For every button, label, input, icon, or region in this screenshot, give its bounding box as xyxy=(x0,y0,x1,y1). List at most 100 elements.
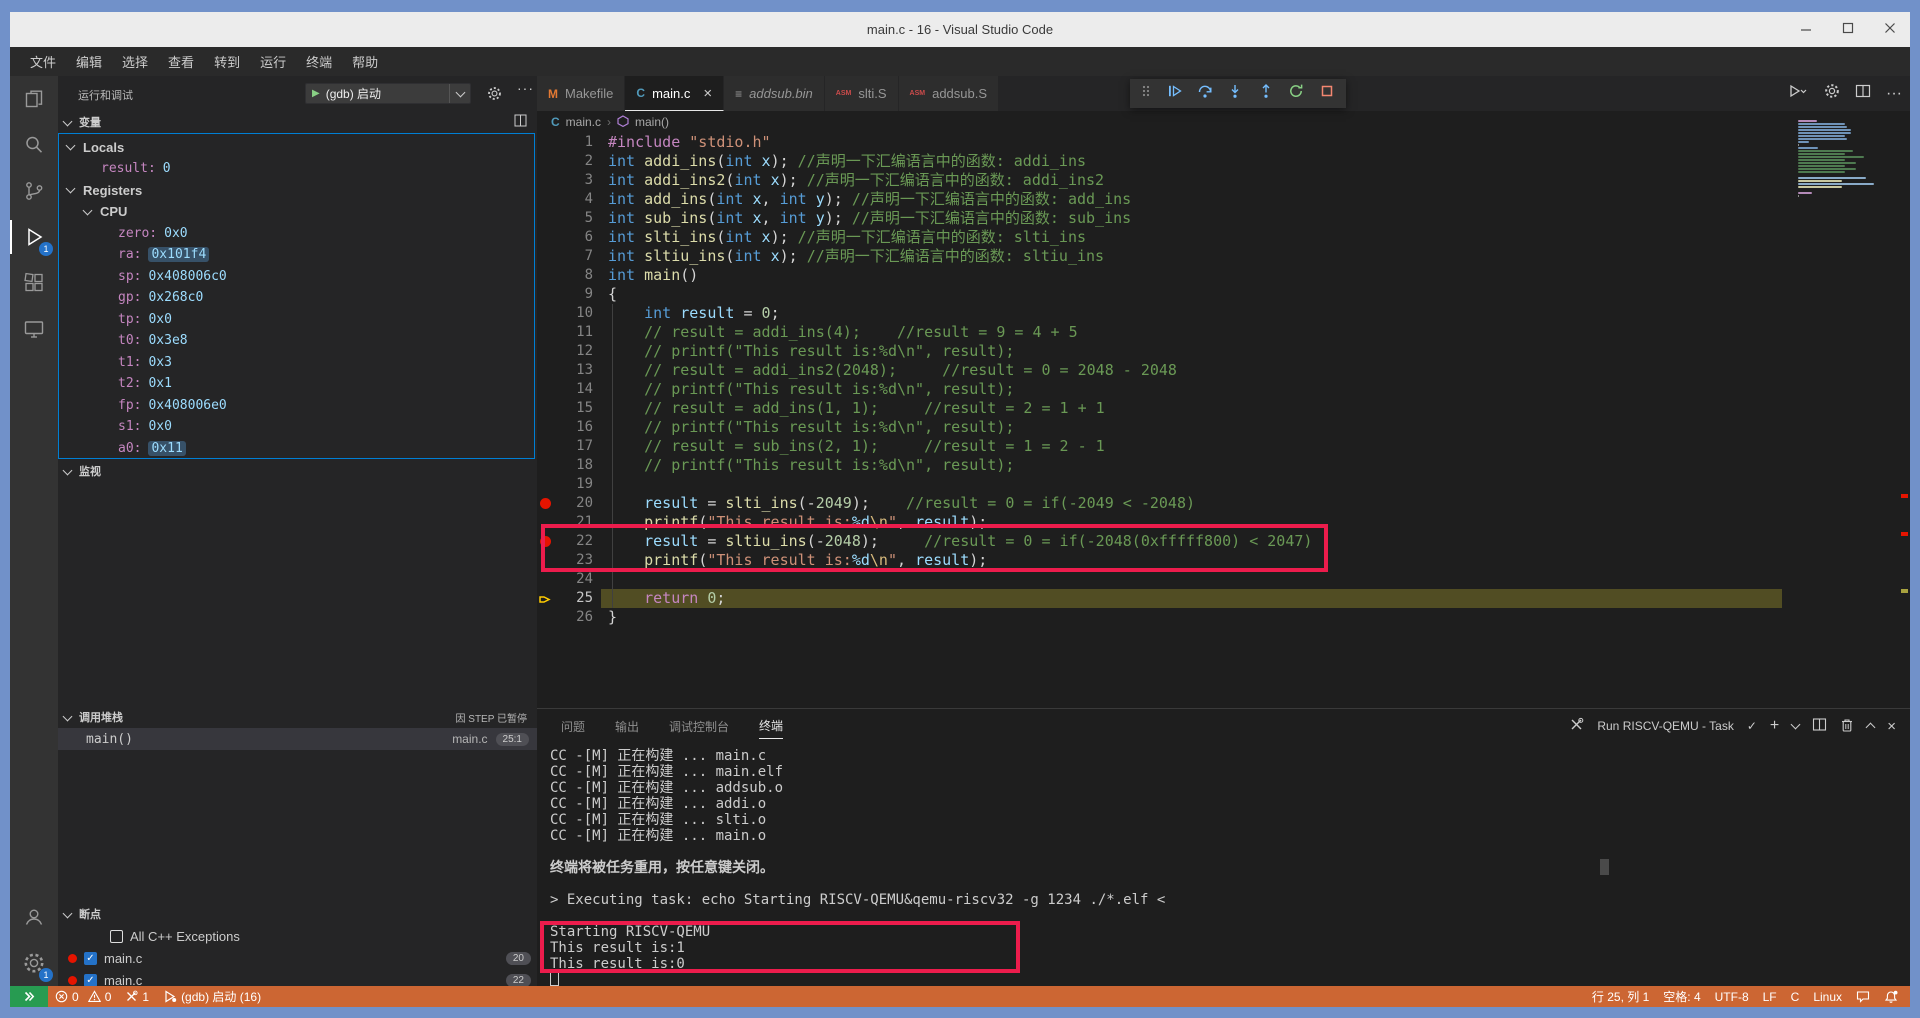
panel-tab-输出[interactable]: 输出 xyxy=(615,714,639,739)
breadcrumb-file[interactable]: main.c xyxy=(566,115,601,129)
panel-tab-终端[interactable]: 终端 xyxy=(759,713,783,739)
kill-terminal-icon[interactable] xyxy=(1840,717,1854,736)
stop-icon[interactable] xyxy=(1319,83,1335,104)
section-breakpoints[interactable]: 断点 xyxy=(58,903,537,925)
step-over-icon[interactable] xyxy=(1197,83,1213,104)
debug-session-status[interactable]: (gdb) 启动 (16) xyxy=(156,986,268,1007)
breakpoint-row[interactable]: ✓main.c20 xyxy=(58,947,537,969)
settings-gear-icon[interactable] xyxy=(1824,83,1840,104)
remote-indicator[interactable] xyxy=(10,986,48,1007)
breadcrumb-symbol[interactable]: main() xyxy=(635,115,669,129)
breakpoint-row[interactable]: All C++ Exceptions xyxy=(58,925,537,947)
new-terminal-icon[interactable]: + xyxy=(1770,717,1779,735)
code-line-1[interactable]: 1#include "stdio.h" xyxy=(537,133,1786,152)
tab-addsub.bin[interactable]: ≡addsub.bin xyxy=(724,76,825,111)
chevron-down-icon[interactable] xyxy=(66,184,76,194)
search-icon[interactable] xyxy=(10,122,58,168)
code-line-6[interactable]: 6int slti_ins(int x); //声明一下汇编语言中的函数: sl… xyxy=(537,228,1786,247)
encoding[interactable]: UTF-8 xyxy=(1708,986,1756,1007)
scope-Registers[interactable]: Registers xyxy=(59,179,534,201)
code-line-10[interactable]: 10 int result = 0; xyxy=(537,304,1786,323)
more-actions-icon[interactable]: ··· xyxy=(1886,85,1902,103)
terminal-dropdown-icon[interactable] xyxy=(1791,720,1801,730)
cursor-position[interactable]: 行 25, 列 1 xyxy=(1585,986,1656,1007)
section-call-stack[interactable]: 调用堆栈 因 STEP 已暂停 xyxy=(58,706,537,728)
menu-item-文件[interactable]: 文件 xyxy=(20,49,66,74)
code-line-7[interactable]: 7int sltiu_ins(int x); //声明一下汇编语言中的函数: s… xyxy=(537,247,1786,266)
gear-icon[interactable] xyxy=(487,86,502,106)
os-indicator[interactable]: Linux xyxy=(1806,986,1849,1007)
notifications-bell-icon[interactable] xyxy=(1877,986,1910,1007)
chevron-down-icon[interactable] xyxy=(449,84,470,103)
code-line-19[interactable]: 19 xyxy=(537,475,1786,494)
variable-sp[interactable]: sp:0x408006c0 xyxy=(59,265,534,287)
terminal-task-label[interactable]: Run RISCV-QEMU - Task xyxy=(1597,719,1733,733)
code-line-16[interactable]: 16 // printf("This result is:%d\n", resu… xyxy=(537,418,1786,437)
breakpoint-checkbox[interactable]: ✓ xyxy=(84,974,97,987)
tab-Makefile[interactable]: MMakefile xyxy=(537,76,625,111)
variable-t0[interactable]: t0:0x3e8 xyxy=(59,330,534,352)
variable-t1[interactable]: t1:0x3 xyxy=(59,351,534,373)
chevron-down-icon[interactable] xyxy=(83,205,93,215)
panel-tab-调试控制台[interactable]: 调试控制台 xyxy=(669,714,729,739)
source-control-icon[interactable] xyxy=(10,168,58,214)
feedback-icon[interactable] xyxy=(1849,986,1877,1007)
code-line-2[interactable]: 2int addi_ins(int x); //声明一下汇编语言中的函数: ad… xyxy=(537,152,1786,171)
split-terminal-icon[interactable] xyxy=(1812,717,1827,735)
close-panel-icon[interactable]: × xyxy=(1887,718,1896,735)
menu-item-终端[interactable]: 终端 xyxy=(296,49,342,74)
continue-icon[interactable] xyxy=(1166,83,1183,104)
variable-zero[interactable]: zero:0x0 xyxy=(59,222,534,244)
variable-tp[interactable]: tp:0x0 xyxy=(59,308,534,330)
code-line-20[interactable]: 20 result = slti_ins(-2049); //result = … xyxy=(537,494,1786,513)
breadcrumb[interactable]: C main.c › main() xyxy=(537,111,669,133)
extensions-icon[interactable] xyxy=(10,260,58,306)
settings-icon[interactable]: 1 xyxy=(10,940,58,986)
close-icon[interactable]: × xyxy=(703,85,712,102)
code-line-8[interactable]: 8int main() xyxy=(537,266,1786,285)
stack-frame-row[interactable]: main() main.c 25:1 xyxy=(58,728,537,750)
code-line-25[interactable]: 25 return 0; xyxy=(537,589,1786,608)
variable-s1[interactable]: s1:0x0 xyxy=(59,416,534,438)
panel-tab-问题[interactable]: 问题 xyxy=(561,714,585,739)
variables-view-icon[interactable] xyxy=(514,114,527,130)
menu-item-选择[interactable]: 选择 xyxy=(112,49,158,74)
accounts-icon[interactable] xyxy=(10,894,58,940)
code-line-11[interactable]: 11 // result = addi_ins(4); //result = 9… xyxy=(537,323,1786,342)
language-mode[interactable]: C xyxy=(1784,986,1807,1007)
variable-fp[interactable]: fp:0x408006e0 xyxy=(59,394,534,416)
more-actions-icon[interactable]: ··· xyxy=(517,80,534,96)
code-line-26[interactable]: 26} xyxy=(537,608,1786,627)
variable-t2[interactable]: t2:0x1 xyxy=(59,373,534,395)
variable-a0[interactable]: a0:0x11 xyxy=(59,437,534,459)
breakpoint-row[interactable]: ✓main.c22 xyxy=(58,969,537,986)
variable-ra[interactable]: ra:0x101f4 xyxy=(59,244,534,266)
running-tasks-status[interactable]: 1 xyxy=(118,986,156,1007)
code-line-9[interactable]: 9{ xyxy=(537,285,1786,304)
maximize-icon[interactable] xyxy=(1842,21,1854,39)
code-line-4[interactable]: 4int add_ins(int x, int y); //声明一下汇编语言中的… xyxy=(537,190,1786,209)
tab-slti.S[interactable]: ASMslti.S xyxy=(825,76,899,111)
code-line-17[interactable]: 17 // result = sub_ins(2, 1); //result =… xyxy=(537,437,1786,456)
debug-config-dropdown[interactable]: ▶ (gdb) 启动 xyxy=(305,83,471,104)
menu-item-帮助[interactable]: 帮助 xyxy=(342,49,388,74)
code-line-24[interactable]: 24 xyxy=(537,570,1786,589)
problems-status[interactable]: 0 0 xyxy=(48,986,118,1007)
menu-item-运行[interactable]: 运行 xyxy=(250,49,296,74)
tab-addsub.S[interactable]: ASMaddsub.S xyxy=(899,76,1000,111)
code-line-18[interactable]: 18 // printf("This result is:%d\n", resu… xyxy=(537,456,1786,475)
code-line-12[interactable]: 12 // printf("This result is:%d\n", resu… xyxy=(537,342,1786,361)
run-or-debug-icon[interactable] xyxy=(1787,83,1809,104)
chevron-down-icon[interactable] xyxy=(66,141,76,151)
close-icon[interactable] xyxy=(1884,21,1896,39)
section-watch[interactable]: 监视 xyxy=(58,460,537,482)
eol[interactable]: LF xyxy=(1756,986,1784,1007)
scope-CPU[interactable]: CPU xyxy=(59,201,534,223)
menu-item-转到[interactable]: 转到 xyxy=(204,49,250,74)
breakpoint-checkbox[interactable]: ✓ xyxy=(84,952,97,965)
tab-main.c[interactable]: Cmain.c× xyxy=(625,76,724,111)
minimize-icon[interactable] xyxy=(1800,21,1812,39)
code-line-5[interactable]: 5int sub_ins(int x, int y); //声明一下汇编语言中的… xyxy=(537,209,1786,228)
variable-result[interactable]: result:0 xyxy=(59,158,534,180)
run-and-debug-icon[interactable]: 1 xyxy=(10,214,58,260)
